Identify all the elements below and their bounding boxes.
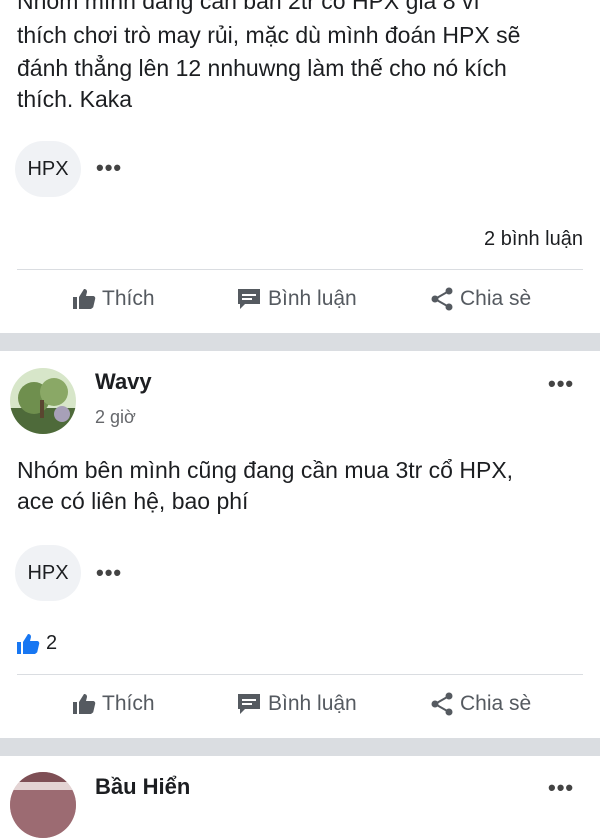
share-label: Chia sè [460,287,532,310]
like-label: Thích [102,692,155,715]
share-button[interactable]: Chia sè [430,692,531,716]
divider [17,269,583,270]
thumbs-up-icon [73,694,96,714]
reaction-summary[interactable]: 2 [16,632,57,655]
comment-label: Bình luận [268,692,357,715]
comment-icon [238,289,260,309]
more-options-icon[interactable]: ••• [548,777,574,799]
comment-label: Bình luận [268,287,357,310]
like-label: Thích [102,287,155,310]
post-separator [0,333,600,351]
post-separator [0,738,600,756]
more-options-icon[interactable]: ••• [96,562,122,584]
thumbs-up-icon [73,289,96,309]
avatar-image [10,368,76,434]
post-text-line: đánh thẳng lên 12 nnhuwng làm thế cho nó… [17,55,507,81]
share-icon [431,287,453,311]
post-timestamp[interactable]: 2 giờ [95,407,136,428]
share-label: Chia sè [460,692,532,715]
like-count: 2 [46,632,58,654]
author-name[interactable]: Wavy [95,369,152,395]
avatar[interactable] [10,772,76,838]
avatar-image [10,772,76,838]
post-text-line: ace có liên hệ, bao phí [17,488,249,514]
like-button[interactable]: Thích [72,692,155,716]
comment-icon [238,694,260,714]
comment-button[interactable]: Bình luận [236,692,357,716]
avatar[interactable] [10,368,76,434]
more-options-icon[interactable]: ••• [96,157,122,179]
comment-count[interactable]: 2 bình luận [484,228,583,251]
author-name[interactable]: Bầu Hiển [95,774,190,800]
hashtag-chip[interactable]: HPX [15,545,81,601]
post-text-line: thích chơi trò may rủi, mặc dù mình đoán… [17,22,521,48]
share-icon [431,692,453,716]
hashtag-label: HPX [27,157,69,180]
more-options-icon[interactable]: ••• [548,373,574,395]
divider [17,674,583,675]
post-text-line: Nhóm bên mình cũng đang cần mua 3tr cổ H… [17,457,514,483]
hashtag-chip[interactable]: HPX [15,141,81,197]
like-button[interactable]: Thích [72,287,155,311]
comment-button[interactable]: Bình luận [236,287,357,311]
like-reaction-icon [17,633,40,654]
post-text-line: thích. Kaka [17,86,133,112]
share-button[interactable]: Chia sè [430,287,531,311]
post-text-line: Nhóm mình đang cần bán 2tr cổ HPX giá 8 … [17,0,480,14]
hashtag-label: HPX [27,561,69,584]
